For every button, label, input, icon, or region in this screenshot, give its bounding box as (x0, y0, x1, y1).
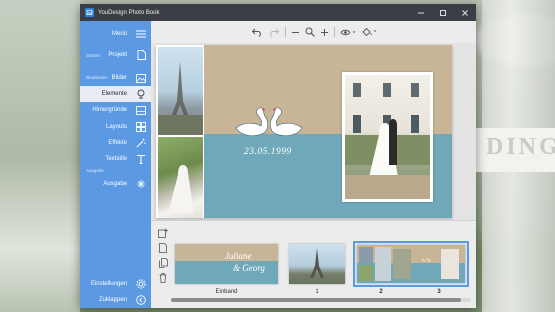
page-strip: Juliane & Georg Einband 1 ∿∿ 2 3 (151, 220, 476, 308)
chevron-left-circle-icon (135, 294, 147, 306)
sidebar-item-label: Effekte (108, 140, 127, 146)
app-window: YouDesign Photo Book Menü Starten Projek… (80, 4, 476, 308)
page-strip-scrollbar[interactable] (171, 298, 471, 302)
image-icon (135, 72, 147, 84)
thumbnail-pages-2-3[interactable]: ∿∿ (357, 245, 465, 283)
editor-canvas[interactable]: 23.05.1999 (151, 43, 476, 220)
cover-title-line1: Juliane (225, 251, 252, 261)
sidebar-item-label: Textstile (105, 156, 127, 162)
photo-wedding-couple[interactable] (342, 72, 433, 202)
sidebar: Menü Starten Projekt Bearbeiten Bilder E… (80, 21, 151, 308)
maximize-icon[interactable] (432, 4, 454, 21)
photo-bride[interactable] (158, 137, 203, 218)
photo-eiffel-tower[interactable] (158, 47, 203, 135)
gear-icon (135, 278, 147, 290)
thumbnail-label: Einband (215, 289, 238, 295)
sidebar-item-layouts[interactable]: Layouts (80, 119, 151, 135)
thumbnail-label: 3 (437, 289, 441, 295)
wedding-date-text[interactable]: 23.05.1999 (244, 147, 292, 157)
sidebar-item-label: Layouts (105, 124, 127, 130)
thumbnail-label: 1 (315, 289, 319, 295)
zoom-search-icon[interactable] (305, 25, 315, 39)
zoom-out-icon[interactable] (291, 25, 300, 39)
sidebar-item-projekt[interactable]: Projekt (80, 47, 151, 63)
menu-button[interactable]: Menü (80, 26, 151, 42)
collapse-button[interactable]: Zuklappen (80, 292, 151, 308)
background-icon (135, 104, 147, 116)
duplicate-page-icon[interactable] (156, 255, 170, 270)
settings-button[interactable]: Einstellungen (80, 276, 151, 292)
window-title: YouDesign Photo Book (98, 9, 160, 16)
sidebar-item-label: Bilder (111, 75, 127, 81)
title-bar: YouDesign Photo Book (80, 4, 476, 21)
hamburger-icon (135, 28, 147, 40)
thumbnail-cover[interactable]: Juliane & Georg (175, 244, 278, 284)
desktop-background-left (0, 0, 80, 312)
sidebar-item-elemente[interactable]: Elemente (80, 86, 151, 102)
editor-toolbar (151, 21, 476, 43)
elements-icon (135, 88, 147, 100)
section-output: Ausgabe (86, 168, 104, 173)
redo-icon[interactable] (268, 25, 280, 39)
add-page-icon[interactable] (156, 225, 170, 240)
book-spread[interactable]: 23.05.1999 (156, 45, 452, 218)
sidebar-item-textstile[interactable]: Textstile (80, 151, 151, 167)
thumbnail-label: 2 (379, 289, 383, 295)
effects-wand-icon (135, 137, 147, 149)
swan-ornament[interactable] (224, 103, 314, 144)
trash-icon[interactable] (156, 270, 170, 285)
sidebar-item-label: Hintergründe (92, 107, 127, 113)
close-icon[interactable] (454, 4, 476, 21)
settings-label: Einstellungen (90, 281, 127, 287)
fill-bucket-icon[interactable] (361, 25, 377, 39)
minimize-icon[interactable] (410, 4, 432, 21)
cover-title-line2: & Georg (233, 263, 265, 273)
layout-icon (135, 121, 147, 133)
menu-label: Menü (111, 31, 127, 37)
preview-eye-icon[interactable] (339, 25, 356, 39)
zoom-in-icon[interactable] (320, 25, 329, 39)
scrollbar-thumb[interactable] (171, 298, 461, 302)
sidebar-item-effekte[interactable]: Effekte (80, 135, 151, 151)
sidebar-item-label: Ausgabe (103, 181, 127, 187)
undo-icon[interactable] (251, 25, 263, 39)
app-logo-icon (85, 8, 94, 17)
sidebar-item-ausgabe[interactable]: Ausgabe (80, 176, 151, 192)
sidebar-item-label: Projekt (108, 52, 127, 58)
output-icon (135, 178, 147, 190)
page-tools (156, 225, 170, 285)
toolbar-divider (284, 27, 286, 37)
sidebar-item-label: Elemente (101, 91, 127, 97)
toolbar-divider (333, 27, 335, 37)
background-sign: DING (476, 128, 555, 172)
text-style-icon (135, 153, 147, 165)
thumbnail-page-1[interactable] (289, 244, 345, 284)
swan-mini: ∿∿ (421, 258, 432, 264)
page-icon[interactable] (156, 240, 170, 255)
left-page (156, 45, 204, 218)
collapse-label: Zuklappen (98, 297, 127, 303)
page-icon (135, 49, 147, 61)
sidebar-item-hintergruende[interactable]: Hintergründe (80, 102, 151, 118)
sidebar-item-bilder[interactable]: Bilder (80, 70, 151, 86)
